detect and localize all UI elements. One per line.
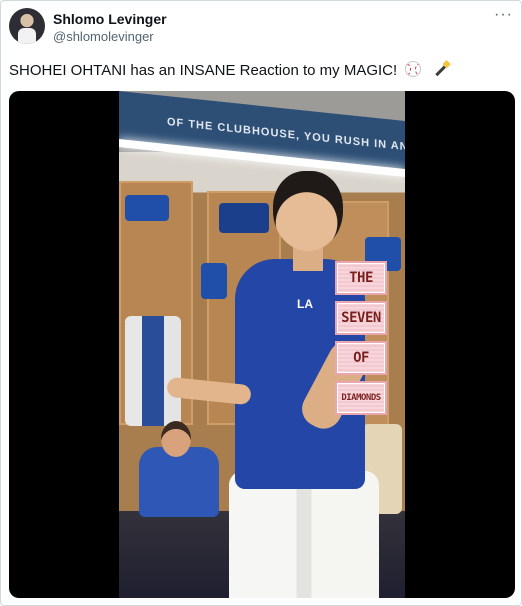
hanging-jersey bbox=[125, 316, 181, 426]
overlay-word: DIAMONDS bbox=[335, 381, 387, 415]
locker-bag bbox=[219, 203, 269, 233]
seated-person bbox=[139, 447, 219, 517]
author-display-name[interactable]: Shlomo Levinger bbox=[53, 11, 167, 27]
card-text-overlay: THE SEVEN OF DIAMONDS bbox=[335, 261, 387, 415]
overlay-word: OF bbox=[335, 341, 387, 375]
author-handle[interactable]: @shlomolevinger bbox=[53, 29, 154, 44]
tweet-text-content: SHOHEI OHTANI has an INSANE Reaction to … bbox=[9, 62, 398, 79]
overlay-word: SEVEN bbox=[335, 301, 387, 335]
tweet-card[interactable]: Shlomo Levinger @shlomolevinger ··· SHOH… bbox=[0, 0, 522, 606]
more-options-icon[interactable]: ··· bbox=[494, 6, 513, 24]
subject-pants bbox=[229, 471, 379, 598]
chest-logo: LA bbox=[297, 297, 313, 311]
tweet-text: SHOHEI OHTANI has an INSANE Reaction to … bbox=[9, 61, 450, 79]
subject-head bbox=[273, 171, 343, 251]
video-player[interactable]: OF THE CLUBHOUSE, YOU RUSH IN AND OUT LA bbox=[9, 91, 515, 598]
magic-wand-icon bbox=[434, 62, 449, 77]
seated-person-head bbox=[161, 421, 191, 457]
overlay-word: THE bbox=[335, 261, 387, 295]
locker-bag bbox=[125, 195, 169, 221]
locker-bag bbox=[201, 263, 227, 299]
baseball-icon bbox=[405, 61, 422, 77]
author-avatar[interactable] bbox=[9, 8, 45, 44]
video-frame[interactable]: OF THE CLUBHOUSE, YOU RUSH IN AND OUT LA bbox=[119, 91, 405, 598]
